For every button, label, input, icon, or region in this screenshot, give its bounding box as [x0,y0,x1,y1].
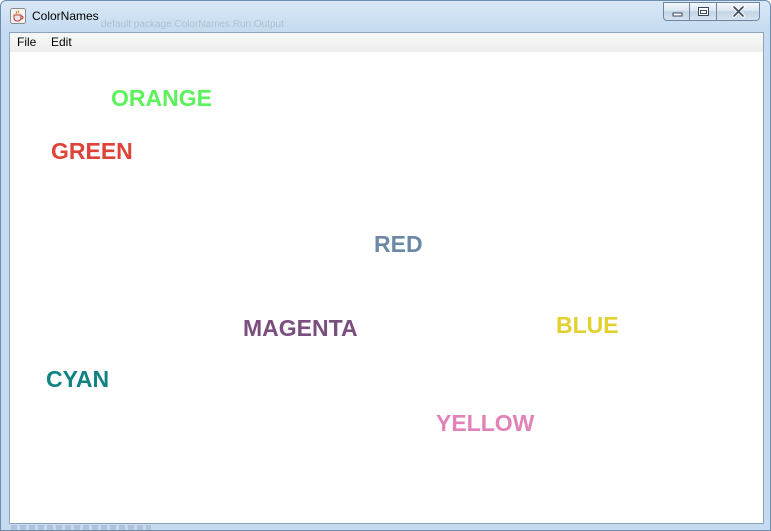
java-coffee-cup-icon[interactable] [10,8,26,24]
color-word-cyan: CYAN [46,366,110,392]
color-word-green: GREEN [51,138,133,164]
window-title: ColorNames [32,9,99,23]
title-bar[interactable]: ColorNames default package ColorNames Ru… [1,1,770,32]
color-word-blue: BLUE [556,312,619,338]
minimize-icon [672,12,683,17]
background-taskbar-ghost [11,525,151,530]
color-word-magenta: MAGENTA [243,315,358,341]
app-window: ColorNames default package ColorNames Ru… [0,0,771,531]
color-word-red: RED [374,231,423,257]
color-word-orange: ORANGE [111,85,212,111]
maximize-button[interactable] [690,2,717,21]
menu-edit[interactable]: Edit [51,35,72,49]
menu-bar: File Edit [10,33,763,52]
drawing-canvas: ORANGE GREEN RED MAGENTA BLUE CYAN YELLO… [10,52,763,523]
close-button[interactable] [717,2,760,21]
window-content: File Edit ORANGE GREEN RED MAGENTA BLUE … [9,32,764,524]
minimize-button[interactable] [663,2,690,21]
restore-icon [698,7,709,16]
menu-file[interactable]: File [17,35,36,49]
background-window-ghost: default package ColorNames Run Output [101,19,284,30]
color-word-yellow: YELLOW [436,410,535,436]
close-icon [732,5,745,18]
